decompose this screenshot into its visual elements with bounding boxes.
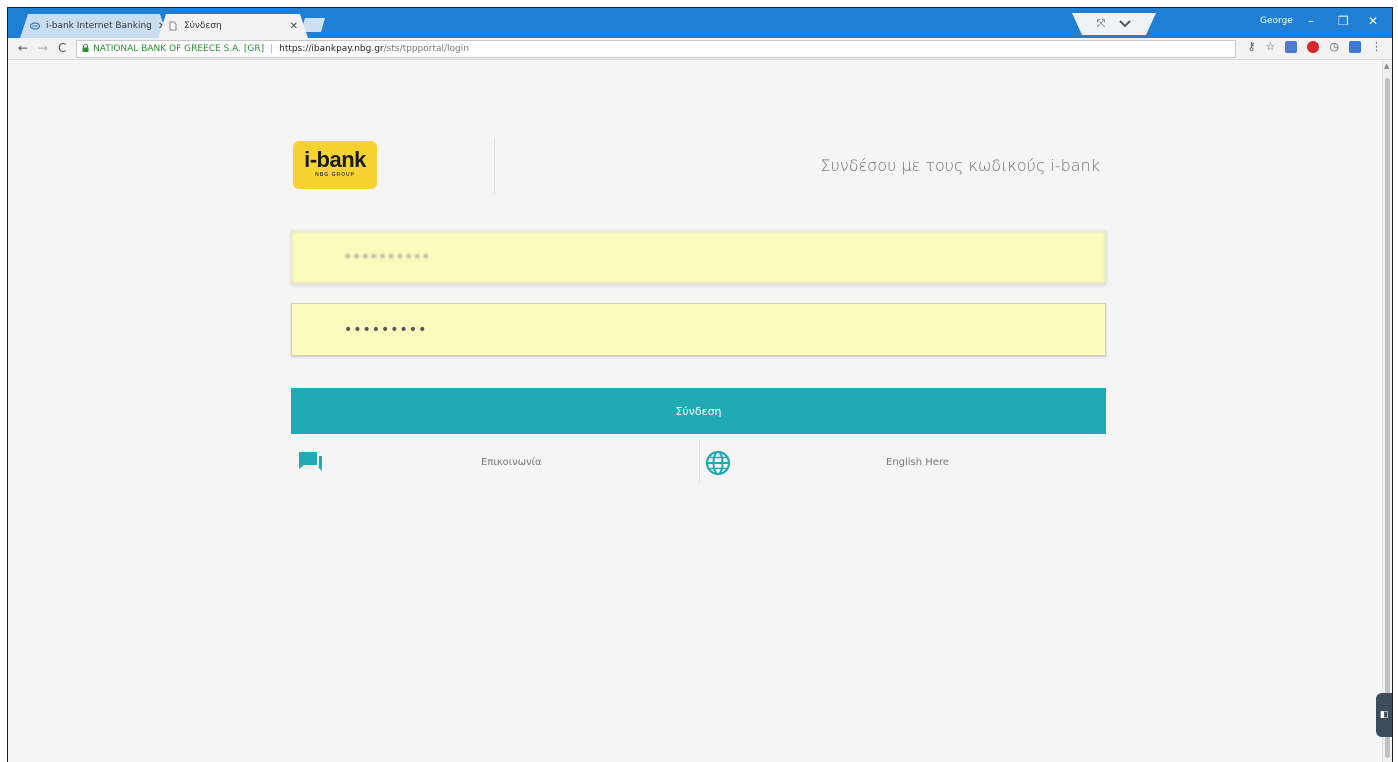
address-bar[interactable]: NATIONAL BANK OF GREECE S.A. [GR] | http… [76,40,1236,58]
profile-name[interactable]: George [1260,16,1293,26]
profile-extension-icon[interactable] [1349,40,1361,53]
logo-text: i-bank [304,147,366,172]
browser-window: i-bank Internet Banking ✕ Σύνδεση ✕ ⤧ Ge… [7,7,1393,762]
close-icon[interactable]: ✕ [290,21,298,32]
tab-ibank-internet-banking[interactable]: i-bank Internet Banking ✕ [20,14,168,38]
reload-icon[interactable]: C [58,41,66,55]
browser-toolbar: ← → C NATIONAL BANK OF GREECE S.A. [GR] … [8,38,1392,60]
url-path: /sts/tppportal/login [383,44,469,54]
title-bar: i-bank Internet Banking ✕ Σύνδεση ✕ ⤧ Ge… [8,8,1392,38]
chevron-down-icon[interactable] [1119,18,1131,31]
adblock-icon[interactable] [1307,40,1320,53]
extensions-pill: ⤧ [1072,13,1156,35]
fullscreen-icon[interactable]: ⤧ [1097,17,1106,31]
back-arrow-icon[interactable]: ← [18,41,28,55]
login-button[interactable]: Σύνδεση [291,388,1106,434]
extension-icon[interactable] [1285,40,1298,53]
links-divider [699,441,700,483]
language-link[interactable]: English Here [886,457,949,468]
site-identity: NATIONAL BANK OF GREECE S.A. [GR] [93,44,265,54]
restore-icon[interactable]: ❐ [1338,14,1349,28]
toolbar-icons: ⚷ ☆ ◷ ⋮ [1247,40,1382,53]
tab-label: i-bank Internet Banking [46,21,152,31]
scroll-thumb[interactable] [1385,78,1390,758]
scrollbar[interactable]: ▲ [1382,60,1392,762]
url-host: https://ibankpay.nbg.gr [279,44,384,54]
minimize-icon[interactable]: – [1308,14,1314,28]
header-divider [494,138,495,194]
close-window-icon[interactable]: ✕ [1368,14,1378,28]
forward-arrow-icon[interactable]: → [38,41,48,55]
side-widget-tab[interactable]: ◧ [1376,693,1392,737]
menu-icon[interactable]: ⋮ [1371,40,1382,53]
clock-icon[interactable]: ◷ [1329,40,1339,53]
contact-link[interactable]: Επικοινωνία [481,457,542,468]
star-icon[interactable]: ☆ [1266,40,1276,53]
globe-icon[interactable] [705,450,731,480]
lock-icon [82,43,89,54]
page-icon [168,21,178,31]
chat-icon[interactable] [297,450,323,478]
url-separator: | [270,44,274,54]
tab-login[interactable]: Σύνδεση ✕ [158,14,308,38]
scroll-up-icon[interactable]: ▲ [1384,62,1389,70]
username-input[interactable] [291,231,1106,284]
ibank-favicon-icon [30,21,40,31]
tab-label: Σύνδεση [184,21,222,31]
password-input[interactable] [291,303,1106,356]
login-heading: Συνδέσου με τους κωδικούς i-bank [820,156,1100,175]
key-icon[interactable]: ⚷ [1247,40,1255,53]
ibank-logo: i-bank NBG GROUP [293,141,377,189]
